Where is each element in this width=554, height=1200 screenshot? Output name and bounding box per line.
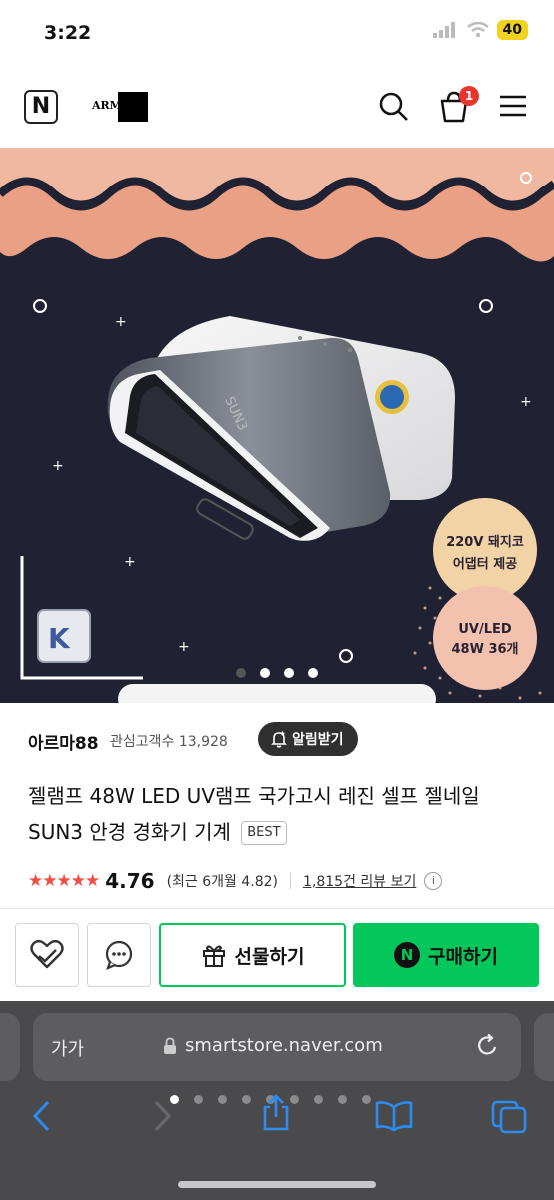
previous-tab-preview[interactable] xyxy=(0,1013,20,1081)
purchase-action-bar: 선물하기 N 구매하기 xyxy=(0,909,554,1001)
cart-count-badge: 1 xyxy=(459,86,479,106)
uv-led-badge: UV/LED 48W 36개 xyxy=(433,586,537,690)
svg-text:+: + xyxy=(124,554,136,570)
seller-row: 아르마88 관심고객수 13,928 알림받기 xyxy=(0,703,554,773)
rating-score: 4.76 xyxy=(105,869,155,893)
address-bar[interactable]: 가가 smartstore.naver.com xyxy=(33,1013,521,1081)
menu-icon[interactable] xyxy=(498,88,528,124)
tab-dot xyxy=(242,1095,251,1104)
svg-text:K: K xyxy=(48,622,71,655)
bell-plus-icon xyxy=(271,731,287,748)
forward-icon[interactable] xyxy=(150,1099,174,1133)
app-header: N ARMA 1 xyxy=(0,70,554,148)
carousel-indicator[interactable] xyxy=(236,668,318,678)
info-icon[interactable]: i xyxy=(424,872,443,890)
naver-pay-icon: N xyxy=(394,942,421,968)
bookmarks-icon[interactable] xyxy=(374,1099,414,1133)
uv-lamp-device: SUN3 xyxy=(107,316,455,541)
alarm-button-label: 알림받기 xyxy=(292,732,344,748)
tabs-icon[interactable] xyxy=(490,1099,528,1135)
adapter-badge-line2: 어댑터 제공 xyxy=(453,556,517,572)
product-title: 젤램프 48W LED UV램프 국가고시 레진 셀프 젤네일 SUN3 안경 … xyxy=(28,778,528,850)
wishlist-button[interactable] xyxy=(15,923,79,987)
seller-name[interactable]: 아르마88 xyxy=(28,729,99,754)
signal-icon xyxy=(432,22,455,38)
adapter-badge-line1: 220V 돼지코 xyxy=(446,534,524,550)
share-icon[interactable] xyxy=(260,1093,292,1133)
rating-row: ★★★★★ 4.76 (최근 6개월 4.82) 1,815건 리뷰 보기 i xyxy=(28,866,528,896)
status-bar: 3:22 40 xyxy=(0,0,554,70)
rating-recent: (최근 6개월 4.82) xyxy=(166,874,278,890)
lock-icon xyxy=(164,1037,176,1054)
best-badge: BEST xyxy=(241,821,287,845)
text-size-button[interactable]: 가가 xyxy=(51,1035,84,1061)
tab-dot xyxy=(218,1095,227,1104)
status-time: 3:22 xyxy=(44,22,92,44)
kc-certification-icon: K xyxy=(37,609,91,663)
chat-bubble-icon xyxy=(105,940,133,970)
battery-indicator: 40 xyxy=(496,20,528,40)
gift-button-label: 선물하기 xyxy=(234,945,305,968)
uv-led-badge-line2: 48W 36개 xyxy=(451,642,518,657)
store-logo-text: ARMA xyxy=(92,99,131,112)
search-icon[interactable] xyxy=(378,88,410,124)
browser-toolbar: 가가 smartstore.naver.com xyxy=(0,1001,554,1200)
buy-button-label: 구매하기 xyxy=(428,945,498,968)
tab-dot xyxy=(362,1095,371,1104)
heart-check-icon xyxy=(30,939,64,969)
buy-button[interactable]: N 구매하기 xyxy=(353,923,539,987)
svg-text:+: + xyxy=(178,639,190,655)
alarm-button[interactable]: 알림받기 xyxy=(258,722,358,756)
talk-button[interactable] xyxy=(87,923,151,987)
url-text: smartstore.naver.com xyxy=(185,1035,383,1056)
tab-dot xyxy=(194,1095,203,1104)
home-indicator[interactable] xyxy=(178,1181,376,1188)
seller-follower-count: 관심고객수 13,928 xyxy=(110,734,228,750)
reload-icon[interactable] xyxy=(475,1033,501,1059)
review-link[interactable]: 1,815건 리뷰 보기 xyxy=(303,871,416,891)
rating-divider xyxy=(290,873,291,889)
status-icons: 40 xyxy=(432,20,528,40)
svg-text:+: + xyxy=(115,314,127,330)
gift-icon xyxy=(202,945,225,967)
wifi-icon xyxy=(466,22,489,38)
svg-text:+: + xyxy=(520,394,532,410)
gift-button[interactable]: 선물하기 xyxy=(159,923,346,987)
tab-dot xyxy=(314,1095,323,1104)
next-tab-preview[interactable] xyxy=(534,1013,554,1081)
svg-text:+: + xyxy=(52,458,64,474)
rating-stars: ★★★★★ xyxy=(28,871,100,891)
back-icon[interactable] xyxy=(30,1099,54,1133)
naver-n-logo[interactable]: N xyxy=(24,90,58,124)
store-logo[interactable]: ARMA xyxy=(90,92,148,122)
product-hero-image[interactable]: + + + + + SUN3 K 220V 돼지코 어댑터 제공 UV/LED … xyxy=(0,148,554,703)
uv-led-badge-line1: UV/LED xyxy=(458,622,512,637)
tab-dot xyxy=(338,1095,347,1104)
